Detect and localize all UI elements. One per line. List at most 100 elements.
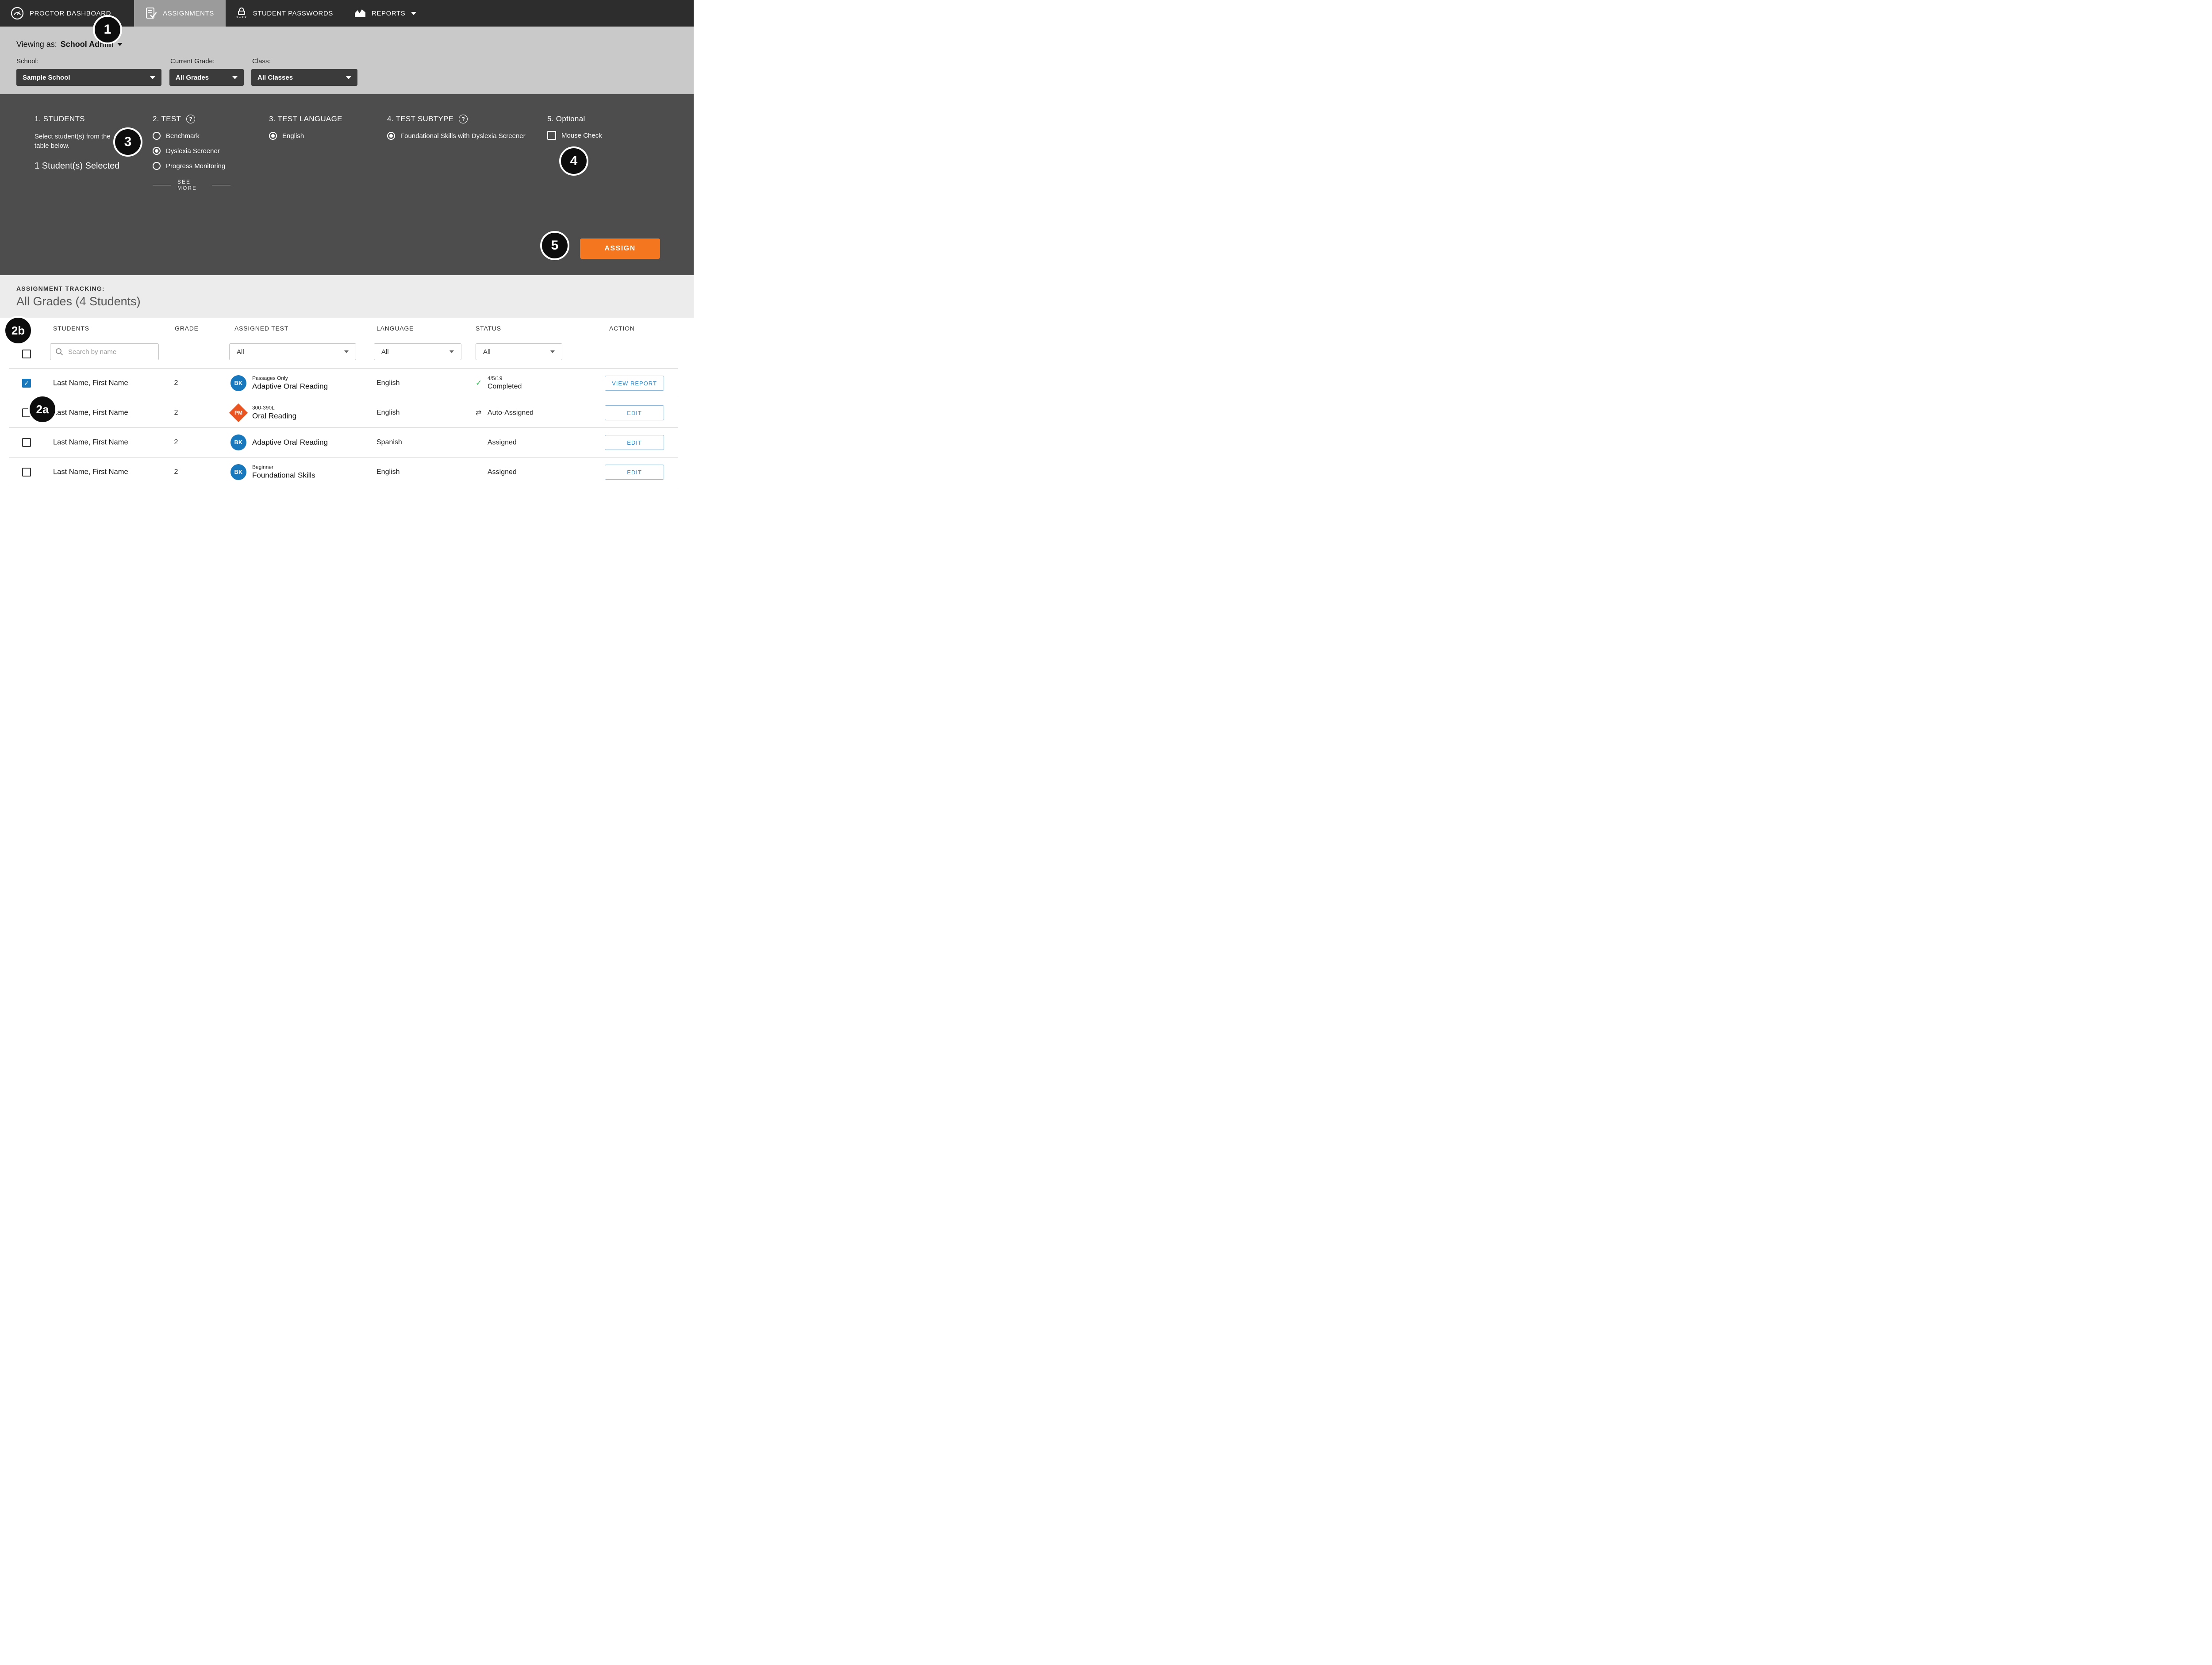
subtype-help-icon[interactable]: ? [459,115,468,123]
view-report-button[interactable]: VIEW REPORT [605,376,664,391]
progress-monitoring-badge: PM [229,404,248,422]
assignment-table: STUDENTS GRADE ASSIGNED TEST LANGUAGE ST… [0,318,694,489]
step-optional: 5. Optional Mouse Check [547,114,602,140]
radio-label: Dyslexia Screener [166,147,220,155]
radio-icon [153,162,161,170]
grade-value: 2 [172,379,180,387]
language-filter[interactable]: All [374,343,461,360]
annotation-badge-3: 3 [113,127,142,157]
edit-button[interactable]: EDIT [605,435,664,450]
student-name: Last Name, First Name [53,438,128,447]
nav-label: ASSIGNMENTS [163,10,214,17]
step-subtype: 4. TEST SUBTYPE ? Foundational Skills wi… [387,114,526,147]
nav-assignments[interactable]: ASSIGNMENTS [134,0,226,27]
tracking-subtitle: All Grades (4 Students) [16,295,141,308]
assign-button[interactable]: ASSIGN [580,238,660,259]
radio-foundational-skills[interactable]: Foundational Skills with Dyslexia Screen… [387,132,526,140]
school-dropdown-value: Sample School [23,74,70,81]
grade-value: 2 [172,438,180,446]
assigned-test-filter[interactable]: All [229,343,356,360]
row-checkbox[interactable] [22,468,31,477]
radio-dyslexia-screener[interactable]: Dyslexia Screener [153,147,230,155]
school-label: School: [16,58,38,65]
grade-label: Current Grade: [170,58,215,65]
assignment-tracking-header: ASSIGNMENT TRACKING: All Grades (4 Stude… [0,275,694,318]
benchmark-badge: BK [230,375,246,391]
mouse-check-checkbox[interactable]: Mouse Check [547,131,602,140]
step-test-title-text: 2. TEST [153,115,181,123]
radio-label: Progress Monitoring [166,162,225,170]
grade-dropdown-value: All Grades [176,74,209,81]
filter-value: All [381,348,389,356]
table-row: ✓ Last Name, First Name 2 BK Passages On… [9,369,678,398]
badge-text: PM [234,410,242,416]
search-box [50,343,159,360]
nav-student-passwords[interactable]: **** STUDENT PASSWORDS [226,0,344,27]
chevron-down-icon [550,350,555,353]
step-students-title: 1. STUDENTS [35,114,119,124]
col-students: STUDENTS [53,325,89,332]
status-text: Auto-Assigned [488,408,534,418]
see-more-label: SEE MORE [177,179,206,191]
assigned-test: 300-390L Oral Reading [252,405,296,421]
page: PROCTOR DASHBOARD ASSIGNMENTS **** STUDE… [0,0,694,489]
table-rows: ✓ Last Name, First Name 2 BK Passages On… [9,368,678,487]
edit-button[interactable]: EDIT [605,465,664,480]
chevron-down-icon [344,350,349,353]
chevron-down-icon [411,12,416,15]
radio-icon [153,132,161,140]
class-dropdown[interactable]: All Classes [251,69,357,86]
assignments-doc-icon [146,7,157,20]
student-name: Last Name, First Name [53,468,128,477]
test-help-icon[interactable]: ? [186,115,195,123]
step-students: 1. STUDENTS Select student(s) from the t… [35,114,119,171]
see-more-link[interactable]: SEE MORE [153,179,230,191]
test-name: Foundational Skills [252,471,315,481]
edit-button[interactable]: EDIT [605,405,664,420]
student-name: Last Name, First Name [53,379,128,388]
radio-selected-icon [153,147,161,155]
annotation-badge-5: 5 [540,231,569,260]
radio-selected-icon [269,132,277,140]
col-action: ACTION [609,325,635,332]
radio-selected-icon [387,132,395,140]
step-language-title: 3. TEST LANGUAGE [269,114,342,124]
nav-reports[interactable]: REPORTS [344,0,427,27]
radio-benchmark[interactable]: Benchmark [153,132,230,140]
school-dropdown[interactable]: Sample School [16,69,161,86]
step-subtype-title-text: 4. TEST SUBTYPE [387,115,453,123]
status-cell: Auto-Assigned [488,408,534,418]
assigned-test: Adaptive Oral Reading [252,438,328,447]
radio-label: Benchmark [166,132,200,140]
assigned-test: Beginner Foundational Skills [252,464,315,481]
status-text: Assigned [488,438,517,447]
grade-dropdown[interactable]: All Grades [169,69,244,86]
radio-english[interactable]: English [269,132,342,140]
col-language: LANGUAGE [376,325,414,332]
grade-value: 2 [172,409,180,417]
class-dropdown-value: All Classes [257,74,293,81]
language-value: English [376,409,399,417]
step-test: 2. TEST ? Benchmark Dyslexia Screener Pr… [153,114,230,191]
annotation-badge-1: 1 [93,15,122,44]
chevron-down-icon [346,76,351,79]
test-name: Adaptive Oral Reading [252,438,328,447]
table-row: Last Name, First Name 2 PM 300-390L Oral… [9,398,678,428]
search-input[interactable] [50,343,159,360]
row-checkbox[interactable] [22,438,31,447]
radio-label: English [282,132,304,140]
filter-value: All [483,348,491,356]
select-all-checkbox[interactable] [22,350,31,358]
checkbox-icon [547,131,556,140]
chevron-down-icon [449,350,454,353]
language-value: Spanish [376,438,402,446]
row-checkbox-checked[interactable]: ✓ [22,379,31,388]
status-date: 4/5/19 [488,375,522,382]
nav-label: STUDENT PASSWORDS [253,10,333,17]
status-filter[interactable]: All [476,343,562,360]
benchmark-badge: BK [230,435,246,450]
step-test-title: 2. TEST ? [153,114,230,124]
table-row: Last Name, First Name 2 BK Beginner Foun… [9,458,678,487]
radio-progress-monitoring[interactable]: Progress Monitoring [153,162,230,170]
checkbox-label: Mouse Check [561,132,602,139]
